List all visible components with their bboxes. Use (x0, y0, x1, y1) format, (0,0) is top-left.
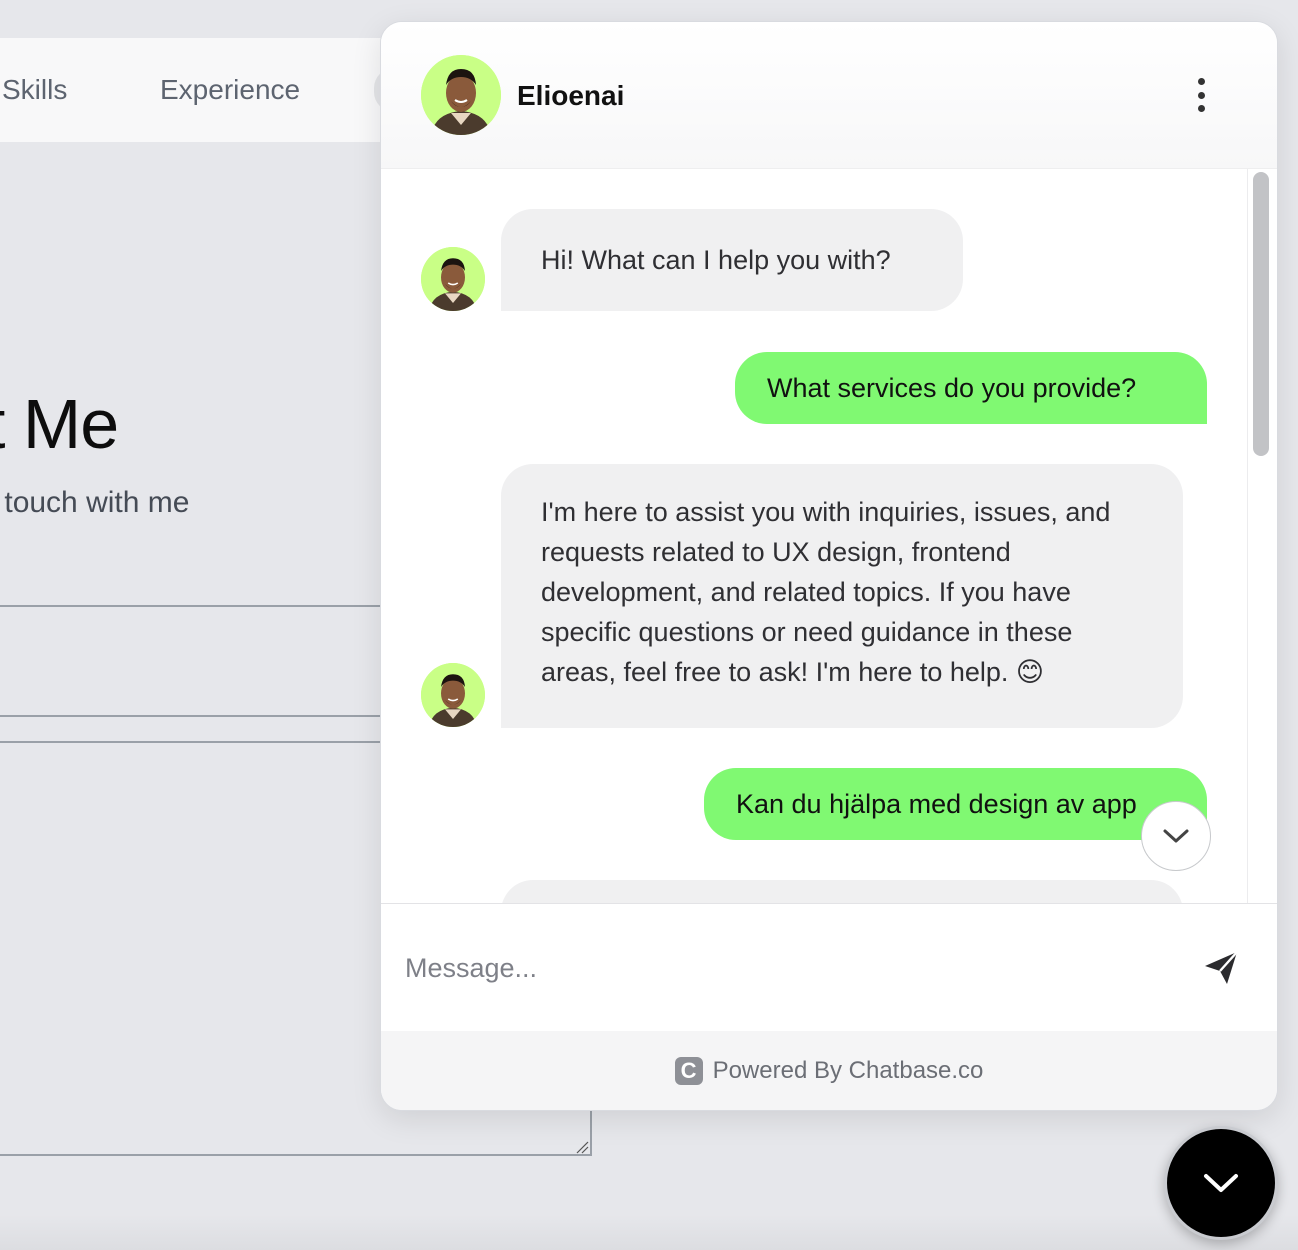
person-avatar-icon (421, 663, 485, 727)
form-field-underline (0, 605, 380, 607)
chat-widget: Elioenai Hi! What can I help you with? W… (380, 21, 1278, 1111)
form-field-underline (0, 715, 380, 717)
page-bottom-shade (0, 1215, 1298, 1250)
form-textarea-top (0, 741, 380, 743)
scrollbar-thumb[interactable] (1253, 172, 1269, 456)
person-avatar-icon (421, 247, 485, 311)
contact-subheading: t in touch with me (0, 486, 190, 519)
chevron-down-icon (1163, 829, 1189, 843)
chevron-down-icon (1204, 1174, 1238, 1192)
form-textarea-right (590, 1108, 592, 1156)
send-icon[interactable] (1201, 948, 1241, 988)
user-message: Kan du hjälpa med design av app (704, 768, 1207, 840)
bot-message: Hi! What can I help you with? (501, 209, 963, 311)
chat-launcher-button[interactable] (1164, 1126, 1278, 1240)
bot-message-partial (501, 880, 1183, 903)
form-textarea-bottom (0, 1154, 592, 1156)
contact-heading: ct Me (0, 385, 119, 463)
message-composer (381, 903, 1277, 1032)
powered-by-text: Powered By Chatbase.co (712, 1056, 984, 1084)
person-avatar-icon (421, 55, 501, 135)
bot-avatar (421, 663, 485, 727)
message-list[interactable]: Hi! What can I help you with? What servi… (381, 169, 1247, 903)
chat-header: Elioenai (381, 22, 1277, 169)
scroll-to-bottom-button[interactable] (1141, 801, 1211, 871)
bot-avatar (421, 55, 501, 135)
message-input[interactable] (403, 930, 1167, 1006)
site-nav: Skills Experience (0, 38, 414, 142)
powered-by-footer[interactable]: C Powered By Chatbase.co (381, 1031, 1277, 1110)
chat-title: Elioenai (517, 80, 625, 111)
nav-link-experience[interactable]: Experience (160, 74, 300, 106)
kebab-menu-icon[interactable] (1181, 72, 1221, 118)
chatbase-logo-icon: C (674, 1056, 703, 1085)
bot-message: I'm here to assist you with inquiries, i… (501, 464, 1183, 728)
user-message: What services do you provide? (735, 352, 1207, 424)
nav-link-skills[interactable]: Skills (2, 74, 67, 106)
resize-grip-icon[interactable] (575, 1140, 589, 1154)
bot-avatar (421, 247, 485, 311)
